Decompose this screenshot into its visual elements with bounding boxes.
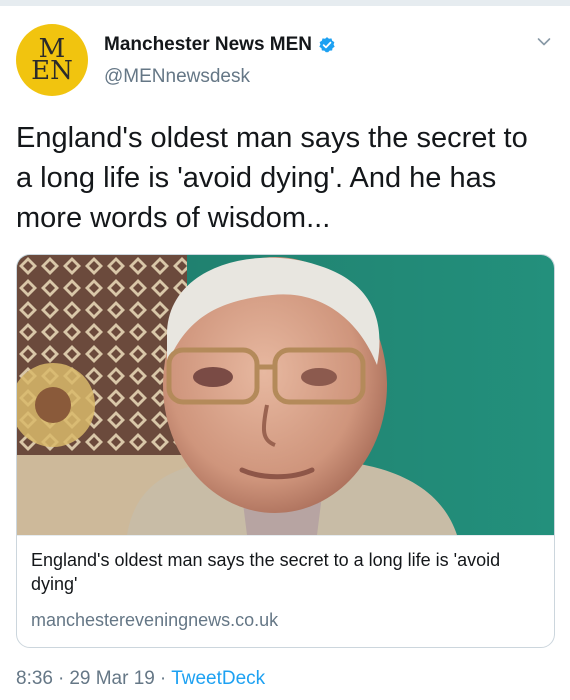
meta-separator: · — [159, 668, 167, 689]
meta-separator: · — [57, 668, 65, 689]
tweet[interactable]: M EN Manchester News MEN @MENnewsdesk En… — [0, 6, 570, 700]
verified-badge-icon — [319, 37, 335, 53]
avatar-logo: M EN — [31, 36, 73, 86]
tweet-source-link[interactable]: TweetDeck — [171, 668, 265, 689]
avatar-logo-line2: EN — [31, 56, 73, 86]
chevron-down-icon[interactable] — [536, 34, 552, 50]
tweet-meta: 8:36 · 29 Mar 19 · TweetDeck — [16, 668, 265, 690]
tweet-time[interactable]: 8:36 — [16, 668, 53, 689]
card-image[interactable] — [17, 255, 554, 535]
card-title[interactable]: England's oldest man says the secret to … — [31, 548, 541, 596]
card-domain[interactable]: manchestereveningnews.co.uk — [31, 610, 278, 631]
tweet-date[interactable]: 29 Mar 19 — [69, 668, 155, 689]
display-name[interactable]: Manchester News MEN — [104, 34, 312, 56]
link-card[interactable]: England's oldest man says the secret to … — [16, 254, 555, 648]
avatar[interactable]: M EN — [16, 24, 88, 96]
author-handle[interactable]: @MENnewsdesk — [104, 66, 250, 88]
author-name-row[interactable]: Manchester News MEN — [104, 34, 336, 56]
tweet-text: England's oldest man says the secret to … — [16, 122, 528, 234]
card-body[interactable]: England's oldest man says the secret to … — [17, 535, 554, 647]
